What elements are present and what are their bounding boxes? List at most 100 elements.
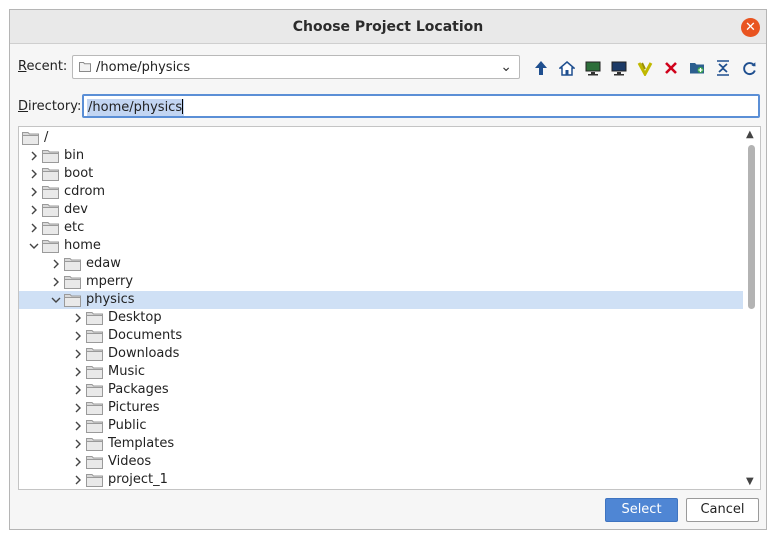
tree-row-label: Pictures [108, 400, 160, 415]
chevron-right-icon[interactable] [72, 363, 84, 381]
tree-row[interactable]: Packages [19, 381, 743, 399]
tree-row-label: project_1 [108, 472, 168, 487]
home-icon[interactable] [556, 57, 578, 79]
chevron-right-icon[interactable] [28, 183, 40, 201]
delete-icon[interactable] [660, 57, 682, 79]
scroll-down-icon[interactable]: ▼ [746, 476, 754, 487]
select-button[interactable]: Select [605, 498, 678, 522]
tree-row-label: edaw [86, 256, 121, 271]
folder-icon [42, 168, 59, 181]
folder-icon [86, 312, 103, 325]
folder-icon [42, 240, 59, 253]
folder-icon [86, 456, 103, 469]
tree-row[interactable]: Downloads [19, 345, 743, 363]
chevron-right-icon[interactable] [50, 273, 62, 291]
tree-row[interactable]: edaw [19, 255, 743, 273]
directory-label: Directory: [18, 99, 82, 114]
folder-icon [64, 258, 81, 271]
up-arrow-icon[interactable] [530, 57, 552, 79]
folder-icon [86, 474, 103, 487]
tree-row-label: cdrom [64, 184, 106, 199]
toolbar [530, 57, 760, 79]
collapse-icon[interactable] [712, 57, 734, 79]
folder-icon [86, 330, 103, 343]
vertical-scrollbar[interactable]: ▲ ▼ [743, 127, 760, 489]
chevron-right-icon[interactable] [72, 309, 84, 327]
chevron-right-icon[interactable] [72, 471, 84, 489]
folder-icon [79, 62, 91, 72]
folder-icon [86, 420, 103, 433]
tree-row-label: Downloads [108, 346, 180, 361]
tree-row-label: Templates [108, 436, 175, 451]
close-icon[interactable]: ✕ [741, 18, 760, 37]
chevron-right-icon[interactable] [72, 399, 84, 417]
refresh-icon[interactable] [738, 57, 760, 79]
tree-row[interactable]: Desktop [19, 309, 743, 327]
tree-row[interactable]: dev [19, 201, 743, 219]
tree-row-label: Public [108, 418, 147, 433]
chevron-right-icon[interactable] [72, 417, 84, 435]
tree-row-label: bin [64, 148, 85, 163]
tree-row[interactable]: Music [19, 363, 743, 381]
tree-row[interactable]: Public [19, 417, 743, 435]
chevron-right-icon[interactable] [28, 219, 40, 237]
folder-icon [86, 402, 103, 415]
directory-input[interactable]: /home/physics [82, 94, 760, 118]
recent-value: /home/physics [96, 60, 191, 75]
recent-label: Recent: [18, 59, 68, 74]
folder-icon [42, 222, 59, 235]
tree-row[interactable]: project_1 [19, 471, 743, 489]
scroll-up-icon[interactable]: ▲ [746, 129, 754, 140]
tree-row[interactable]: bin [19, 147, 743, 165]
tree-row[interactable]: Videos [19, 453, 743, 471]
folder-icon [86, 384, 103, 397]
chevron-right-icon[interactable] [72, 453, 84, 471]
tree-row-label: mperry [86, 274, 134, 289]
tree-row-label: Packages [108, 382, 169, 397]
chevron-right-icon[interactable] [50, 255, 62, 273]
folder-icon [42, 204, 59, 217]
dialog-title: Choose Project Location [292, 19, 484, 35]
chevron-right-icon[interactable] [72, 327, 84, 345]
tree-row[interactable]: etc [19, 219, 743, 237]
tree-row[interactable]: Templates [19, 435, 743, 453]
tree-row[interactable]: / [19, 129, 743, 147]
chevron-right-icon[interactable] [28, 147, 40, 165]
folder-icon [42, 186, 59, 199]
folder-icon [86, 438, 103, 451]
chevron-right-icon[interactable] [72, 435, 84, 453]
folder-icon [86, 348, 103, 361]
tree-row[interactable]: Documents [19, 327, 743, 345]
chevron-down-icon[interactable]: ⌄ [500, 59, 512, 75]
tree-row[interactable]: physics [19, 291, 743, 309]
chevron-down-icon[interactable] [28, 237, 40, 255]
scrollbar-thumb[interactable] [748, 145, 755, 309]
chevron-right-icon[interactable] [72, 345, 84, 363]
desktop-icon[interactable] [582, 57, 604, 79]
directory-value: /home/physics [87, 99, 185, 116]
chevron-down-icon[interactable] [50, 291, 62, 309]
chevron-right-icon[interactable] [72, 381, 84, 399]
tree-row-label: dev [64, 202, 88, 217]
cancel-button[interactable]: Cancel [686, 498, 759, 522]
vivado-icon[interactable] [634, 57, 656, 79]
tree-row-label: Desktop [108, 310, 162, 325]
tree-row[interactable]: mperry [19, 273, 743, 291]
chevron-right-icon[interactable] [28, 165, 40, 183]
choose-project-location-dialog: Choose Project Location ✕ Recent: /home/… [9, 9, 767, 530]
new-folder-icon[interactable] [686, 57, 708, 79]
recent-combo[interactable]: /home/physics ⌄ [72, 55, 520, 79]
tree-row[interactable]: boot [19, 165, 743, 183]
folder-icon [64, 276, 81, 289]
tree-row[interactable]: Pictures [19, 399, 743, 417]
folder-icon [22, 132, 39, 145]
tree-row[interactable]: cdrom [19, 183, 743, 201]
chevron-right-icon[interactable] [28, 201, 40, 219]
folder-icon [86, 366, 103, 379]
tree-row-label: boot [64, 166, 94, 181]
tree-row[interactable]: home [19, 237, 743, 255]
folder-icon [64, 294, 81, 307]
folder-tree[interactable]: / bin boot cdrom dev etc home edaw mperry physics… [18, 126, 761, 490]
computer-icon[interactable] [608, 57, 630, 79]
tree-row-label: Documents [108, 328, 183, 343]
